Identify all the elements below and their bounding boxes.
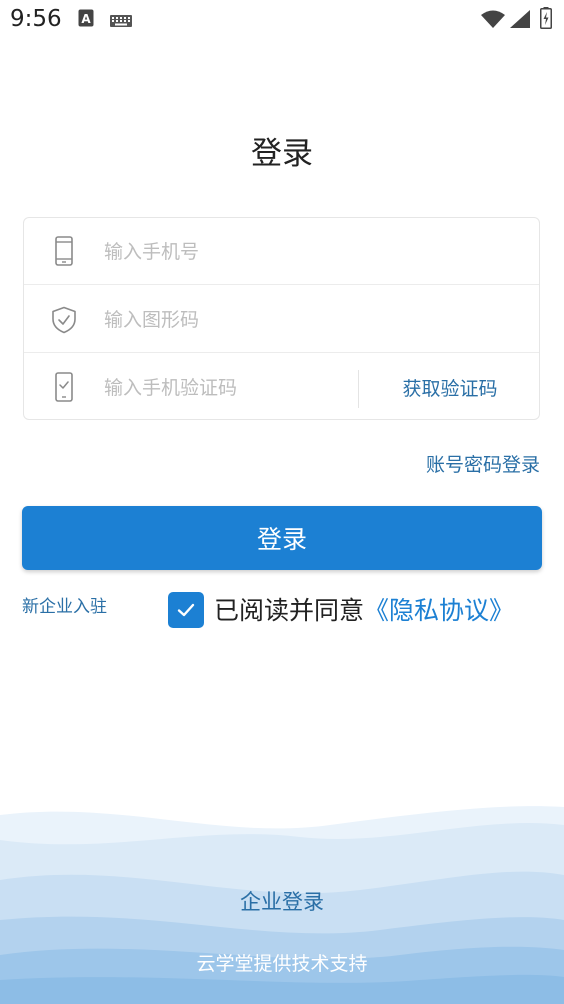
footer-text: 云学堂提供技术支持 (196, 953, 368, 975)
battery-icon (540, 7, 552, 33)
status-bar: 9:56 A (0, 0, 564, 40)
page-title: 登录 (251, 136, 313, 172)
row-divider (24, 284, 539, 285)
font-a-icon: A (78, 9, 94, 31)
login-form: 获取验证码 (23, 217, 540, 420)
svg-text:A: A (81, 12, 91, 26)
signal-icon (510, 10, 530, 32)
login-button[interactable]: 登录 (22, 506, 542, 570)
row-divider (24, 352, 539, 353)
sms-code-row: 获取验证码 (24, 354, 539, 421)
phone-check-icon (52, 372, 76, 402)
keyboard-icon (110, 12, 132, 31)
code-divider (358, 370, 359, 408)
privacy-policy-link[interactable]: 《隐私协议》 (364, 596, 514, 625)
new-enterprise-link[interactable]: 新企业入驻 (22, 592, 107, 617)
phone-row (24, 218, 539, 285)
enterprise-login-link[interactable]: 企业登录 (0, 886, 564, 916)
account-password-login-link[interactable]: 账号密码登录 (426, 450, 540, 477)
captcha-input[interactable] (104, 303, 354, 337)
agree-checkbox[interactable] (168, 592, 204, 628)
agreement-label: 已阅读并同意 (214, 596, 365, 625)
sms-code-input[interactable] (104, 371, 344, 405)
phone-input[interactable] (104, 235, 354, 269)
get-code-button[interactable]: 获取验证码 (360, 354, 540, 421)
phone-icon (52, 236, 76, 266)
agreement-text: 已阅读并同意《隐私协议》 (214, 591, 514, 627)
captcha-row (24, 286, 539, 353)
shield-check-icon (51, 306, 76, 336)
wifi-icon (481, 10, 505, 32)
checkmark-icon (177, 603, 195, 617)
status-time: 9:56 (10, 6, 62, 32)
